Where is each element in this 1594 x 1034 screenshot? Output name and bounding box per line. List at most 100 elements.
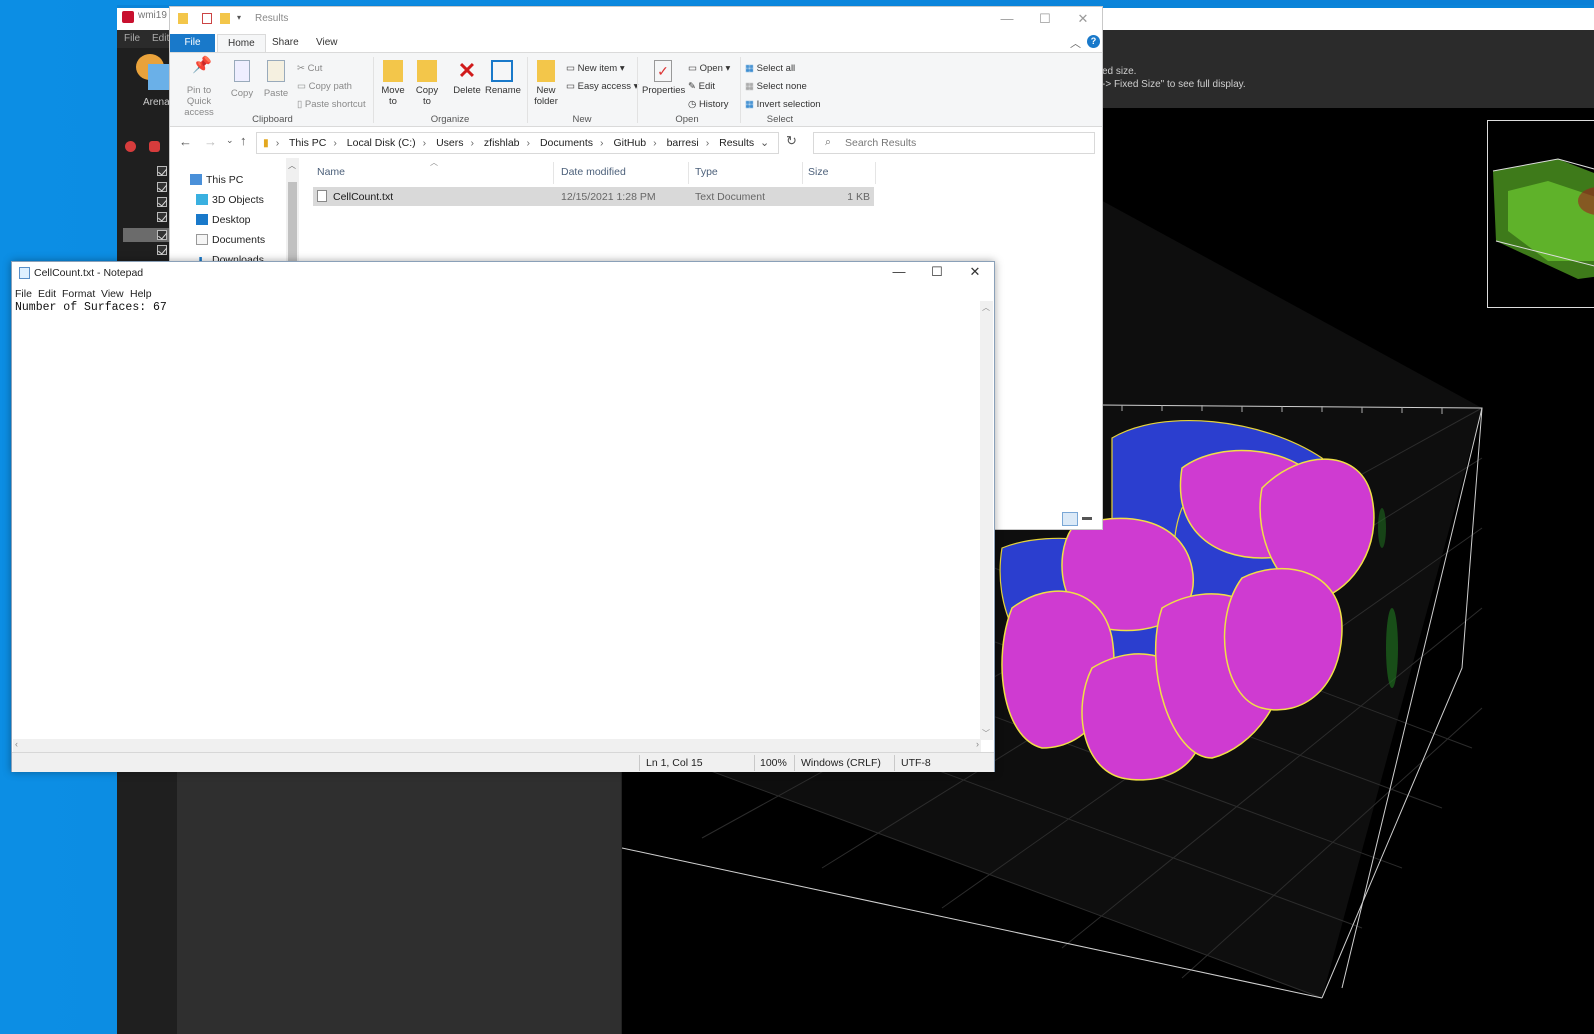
tree-checkbox[interactable] <box>157 230 167 240</box>
file-row[interactable]: CellCount.txt 12/15/2021 1:28 PM Text Do… <box>313 187 874 206</box>
rename-button[interactable]: Rename <box>485 60 521 96</box>
column-separator[interactable] <box>553 162 554 184</box>
notepad-text-area[interactable]: Number of Surfaces: 67 <box>15 301 167 314</box>
column-type[interactable]: Type <box>695 166 718 178</box>
invert-selection-button[interactable]: ▦ Invert selection <box>745 99 821 110</box>
maximize-icon[interactable]: ☐ <box>1026 7 1064 31</box>
nav-scrollbar[interactable]: ︿ <box>286 158 299 268</box>
new-folder-button[interactable]: New folder <box>532 60 560 107</box>
tree-checkbox[interactable] <box>157 166 167 176</box>
ribbon-separator <box>740 57 741 123</box>
column-separator[interactable] <box>688 162 689 184</box>
imaris-red-icon[interactable] <box>125 141 136 152</box>
column-name[interactable]: Name <box>317 166 345 178</box>
column-separator[interactable] <box>802 162 803 184</box>
desktop-icon <box>196 214 208 225</box>
search-box[interactable]: ⌕ Search Results <box>813 132 1095 154</box>
menu-file[interactable]: File <box>15 288 32 300</box>
tree-checkbox[interactable] <box>157 182 167 192</box>
back-icon[interactable]: ← <box>179 134 192 149</box>
scroll-down-icon[interactable]: ﹀ <box>982 728 990 739</box>
imaris-menu-file[interactable]: File <box>124 33 140 44</box>
scroll-up-icon[interactable]: ︿ <box>982 302 990 313</box>
paste-shortcut-icon: ▯ <box>297 99 303 110</box>
pin-quick-access-button[interactable]: 📌 Pin to Quick access <box>175 58 223 119</box>
scroll-thumb[interactable] <box>288 182 297 266</box>
notepad-maximize-icon[interactable]: ☐ <box>918 262 956 284</box>
notepad-vertical-scrollbar[interactable]: ︿ ﹀ <box>980 301 993 740</box>
tab-view[interactable]: View <box>306 34 348 52</box>
refresh-icon[interactable]: ↻ <box>786 133 797 149</box>
details-view-icon[interactable] <box>1062 512 1078 526</box>
copy-to-button[interactable]: Copy to <box>414 60 440 107</box>
crumb-local-disk[interactable]: Local Disk (C:) <box>347 137 416 149</box>
menu-view[interactable]: View <box>101 288 124 300</box>
move-to-button[interactable]: Move to <box>380 60 406 107</box>
scroll-right-icon[interactable]: › <box>976 739 979 749</box>
new-folder-quick-icon[interactable] <box>220 13 230 24</box>
nav-3d-objects-label: 3D Objects <box>212 194 264 206</box>
scroll-up-icon[interactable]: ︿ <box>288 160 296 171</box>
customize-quick-access-icon[interactable]: ▾ <box>237 13 245 24</box>
recent-locations-icon[interactable]: ⌄ <box>226 135 234 146</box>
imaris-red-icon-2[interactable] <box>149 141 160 152</box>
open-button[interactable]: ▭ Open ▾ <box>688 63 730 74</box>
tab-file[interactable]: File <box>170 34 215 52</box>
properties-button[interactable]: ✓ Properties <box>642 60 685 96</box>
notepad-horizontal-scrollbar[interactable]: ‹ › <box>13 739 981 752</box>
nav-documents[interactable]: Documents <box>196 234 265 252</box>
edit-button[interactable]: ✎ Edit <box>688 81 715 92</box>
scroll-left-icon[interactable]: ‹ <box>15 739 18 749</box>
notepad-minimize-icon[interactable]: — <box>880 262 918 284</box>
crumb-barresi[interactable]: barresi <box>667 137 699 149</box>
collapse-ribbon-icon[interactable]: ︿ <box>1070 35 1081 51</box>
imaris-arena-icon[interactable] <box>148 64 170 90</box>
forward-icon[interactable]: → <box>204 134 217 149</box>
menu-format[interactable]: Format <box>62 288 95 300</box>
copy-path-button[interactable]: ▭ Copy path <box>297 81 352 92</box>
copy-button[interactable]: Copy <box>230 60 254 99</box>
paste-shortcut-button[interactable]: ▯ Paste shortcut <box>297 99 366 110</box>
nav-this-pc[interactable]: This PC <box>190 174 243 192</box>
tab-share[interactable]: Share <box>262 34 309 52</box>
nav-desktop[interactable]: Desktop <box>196 214 251 232</box>
tree-checkbox[interactable] <box>157 197 167 207</box>
nav-3d-objects[interactable]: 3D Objects <box>196 194 264 212</box>
tab-home[interactable]: Home <box>217 34 266 52</box>
tree-checkbox[interactable] <box>157 245 167 255</box>
address-bar[interactable]: ▮ › This PC › Local Disk (C:) › Users › zfis… <box>256 132 779 154</box>
nav-this-pc-label: This PC <box>206 174 244 186</box>
properties-quick-icon[interactable] <box>202 13 212 24</box>
cut-button[interactable]: ✂ Cut <box>297 63 322 74</box>
up-icon[interactable]: ↑ <box>240 133 247 148</box>
menu-help[interactable]: Help <box>130 288 152 300</box>
text-file-icon <box>317 190 327 202</box>
minimize-icon[interactable]: — <box>988 7 1026 31</box>
column-size[interactable]: Size <box>808 166 828 178</box>
delete-button[interactable]: ✕ Delete <box>452 60 482 97</box>
crumb-zfishlab[interactable]: zfishlab <box>484 137 520 149</box>
column-date-modified[interactable]: Date modified <box>561 166 626 178</box>
menu-edit[interactable]: Edit <box>38 288 56 300</box>
select-all-button[interactable]: ▦ Select all <box>745 63 795 74</box>
imaris-menu-edit[interactable]: Edit <box>152 33 169 44</box>
address-dropdown-icon[interactable]: ⌄ <box>760 136 769 149</box>
easy-access-button[interactable]: ▭ Easy access ▾ <box>566 81 638 92</box>
notepad-close-icon[interactable]: ✕ <box>956 262 994 284</box>
paste-button[interactable]: Paste <box>263 60 289 99</box>
column-separator[interactable] <box>875 162 876 184</box>
move-to-icon <box>383 60 403 82</box>
crumb-github[interactable]: GitHub <box>613 137 646 149</box>
large-icons-view-icon[interactable]: ▬ <box>1082 512 1096 526</box>
help-icon[interactable]: ? <box>1087 35 1100 48</box>
select-none-icon: ▦ <box>745 81 754 92</box>
crumb-results[interactable]: Results <box>719 137 754 149</box>
select-none-button[interactable]: ▦ Select none <box>745 81 807 92</box>
crumb-documents[interactable]: Documents <box>540 137 593 149</box>
new-item-button[interactable]: ▭ New item ▾ <box>566 63 625 74</box>
tree-checkbox[interactable] <box>157 212 167 222</box>
crumb-users[interactable]: Users <box>436 137 463 149</box>
crumb-this-pc[interactable]: This PC <box>289 137 326 149</box>
history-button[interactable]: ◷ History <box>688 99 729 110</box>
close-icon[interactable]: ✕ <box>1064 7 1102 31</box>
